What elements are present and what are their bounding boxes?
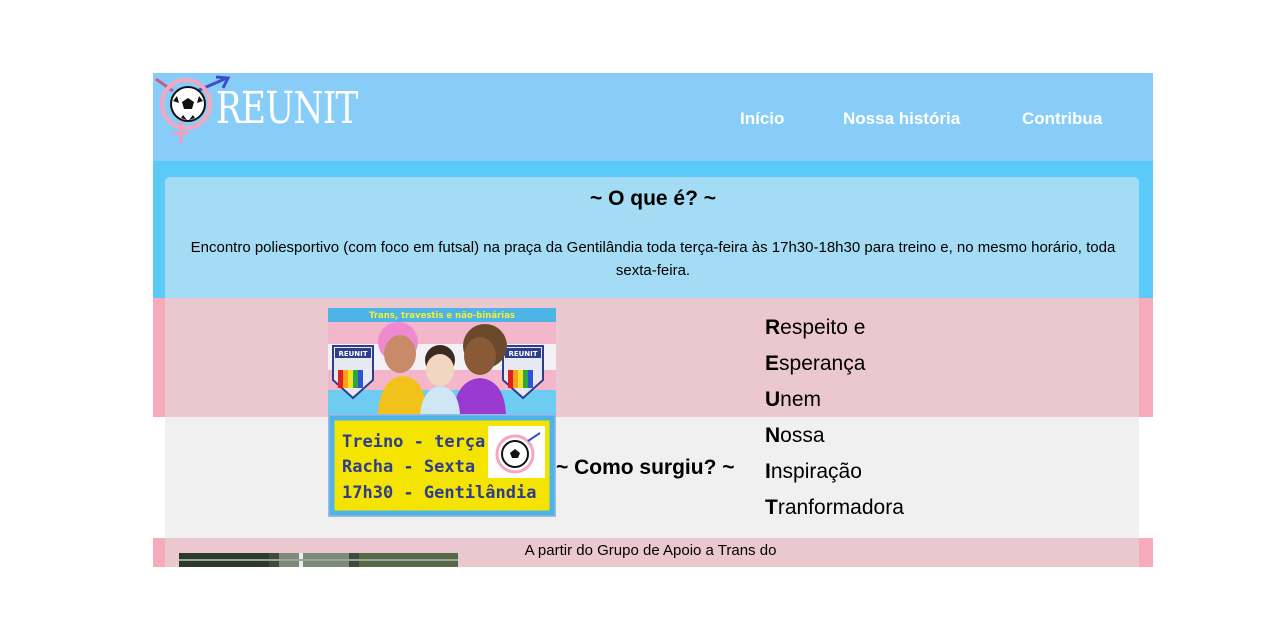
poster-line-treino: Treino - terça: [342, 432, 485, 452]
poster-line-local: 17h30 - Gentilândia: [342, 483, 536, 503]
nav-inicio[interactable]: Início: [740, 109, 784, 129]
poster-caption: Trans, travestis e não-binárias: [369, 311, 515, 321]
acronym-item: Respeito e: [765, 316, 866, 339]
site-logo[interactable]: REUNIT: [153, 73, 358, 153]
nav-contribua[interactable]: Contribua: [1022, 109, 1102, 129]
svg-text:REUNIT: REUNIT: [338, 350, 367, 358]
soccer-ball-icon: [170, 86, 206, 122]
acronym-item: Tranformadora: [765, 496, 904, 519]
acronym-item: Esperança: [765, 352, 866, 375]
acronym-item: Inspiração: [765, 460, 862, 483]
acronym-item: Unem: [765, 388, 822, 411]
site-header: REUNIT Início Nossa história Contribua: [153, 73, 1153, 161]
logo-text: REUNIT: [216, 83, 358, 134]
nav-nossa-historia[interactable]: Nossa história: [843, 109, 960, 129]
history-title: ~ Como surgiu? ~: [556, 456, 735, 479]
page-frame: REUNIT Início Nossa história Contribua ~…: [153, 73, 1153, 567]
acronym-list: Respeito e Esperança Unem Nossa Inspiraç…: [765, 310, 904, 526]
svg-text:REUNIT: REUNIT: [508, 350, 537, 358]
history-section-top: [165, 298, 1139, 417]
poster-line-racha: Racha - Sexta: [342, 457, 475, 477]
about-title: ~ O que é? ~: [589, 187, 717, 210]
group-photo: [179, 553, 458, 567]
about-description: Encontro poliesportivo (com foco em futs…: [190, 239, 1116, 279]
training-poster-image: Trans, travestis e não-binárias REUNIT R…: [328, 308, 556, 517]
history-intro: A partir do Grupo de Apoio a Trans do Ce…: [524, 542, 777, 567]
acronym-item: Nossa: [765, 424, 825, 447]
